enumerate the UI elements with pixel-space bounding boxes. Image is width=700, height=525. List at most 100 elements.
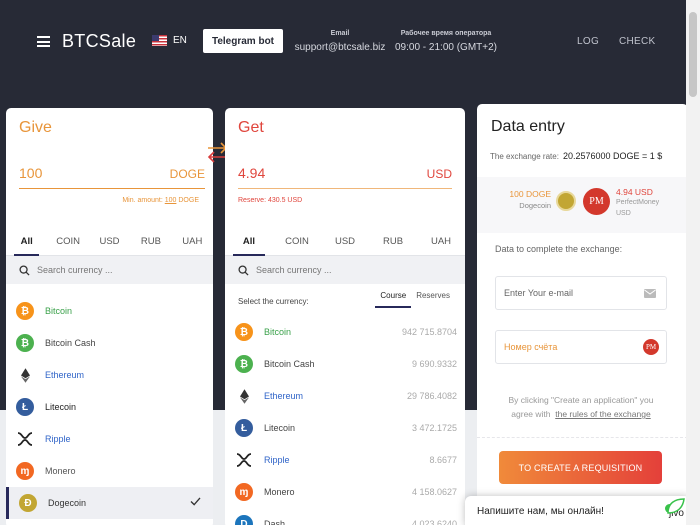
give-amount[interactable]: 100 — [19, 165, 42, 181]
get-currency-row[interactable]: D Dash 4 023.6240 — [225, 508, 465, 525]
agree-text-1: By clicking "Create an application" you — [508, 395, 654, 405]
get-tab-uah[interactable]: UAH — [417, 230, 465, 255]
currency-name: Dogecoin — [48, 498, 87, 508]
get-tab-coin[interactable]: COIN — [273, 230, 321, 255]
exchange-rules-link[interactable]: the rules of the exchange — [555, 409, 650, 419]
subtab-course[interactable]: Course — [375, 291, 412, 308]
give-currency-row[interactable]: ₿ Bitcoin Cash — [6, 327, 213, 359]
currency-name: Monero — [264, 487, 295, 497]
get-reserve: Reserve: 430.5 USD — [238, 197, 303, 204]
telegram-bot-button[interactable]: Telegram bot — [203, 29, 283, 53]
us-flag-icon — [152, 35, 167, 46]
email-input[interactable]: Enter Your e-mail — [495, 276, 667, 310]
nav-check[interactable]: CHECK — [619, 36, 656, 47]
currency-name: Ethereum — [264, 391, 304, 401]
get-search[interactable]: Search currency ... — [225, 256, 465, 284]
nav-log[interactable]: LOG — [577, 36, 599, 47]
currency-reserve: 942 715.8704 — [401, 327, 457, 337]
give-currency: DOGE — [169, 167, 205, 181]
summary-get-name-2: USD — [616, 210, 631, 217]
give-currency-row[interactable]: Ethereum — [6, 359, 213, 391]
get-currency-row[interactable]: Ethereum 29 786.4082 — [225, 380, 465, 412]
get-currency: USD — [426, 167, 452, 181]
currency-name: Litecoin — [45, 402, 77, 412]
get-currency-row[interactable]: Ripple 8.6677 — [225, 444, 465, 476]
agree-text-2: agree with — [511, 409, 551, 419]
account-placeholder: Номер счёта — [504, 342, 558, 352]
logo[interactable]: BTCSale — [62, 31, 136, 52]
get-amount[interactable]: 4.94 — [238, 165, 265, 181]
currency-reserve: 4 158.0627 — [411, 487, 457, 497]
currency-name: Litecoin — [264, 423, 296, 433]
currency-name: Monero — [45, 466, 76, 476]
select-currency-label: Select the currency: — [238, 297, 309, 306]
give-currency-row[interactable]: Ð Dogecoin — [6, 487, 213, 519]
currency-name: Bitcoin Cash — [45, 338, 96, 348]
give-currency-row[interactable]: ₿ Bitcoin — [6, 295, 213, 327]
currency-name: Bitcoin Cash — [264, 359, 315, 369]
get-title: Get — [238, 119, 264, 136]
dogecoin-icon — [556, 191, 576, 211]
get-currency-row[interactable]: ₿ Bitcoin Cash 9 690.9332 — [225, 348, 465, 380]
bitcoin-icon: ₿ — [235, 323, 253, 341]
exchange-rate: The exchange rate: 20.2576000 DOGE = 1 $ — [490, 151, 662, 161]
give-currency-row[interactable]: ɱ Monero — [6, 455, 213, 487]
give-amount-field[interactable]: 100 DOGE — [19, 163, 205, 189]
give-tab-uah[interactable]: UAH — [172, 230, 213, 255]
complete-exchange-label: Data to complete the exchange: — [495, 244, 623, 254]
min-amount-currency: DOGE — [178, 197, 199, 204]
data-entry-card: Data entry The exchange rate: 20.2576000 … — [477, 104, 688, 525]
give-tab-rub[interactable]: RUB — [130, 230, 171, 255]
get-currency-row[interactable]: Ł Litecoin 3 472.1725 — [225, 412, 465, 444]
currency-name: Bitcoin — [264, 327, 292, 337]
give-search[interactable]: Search currency ... — [6, 256, 213, 284]
chat-widget[interactable]: Напишите нам, мы онлайн! jivo — [465, 496, 690, 525]
create-requisition-button[interactable]: TO CREATE A REQUISITION — [499, 451, 662, 484]
currency-reserve: 4 023.6240 — [411, 519, 457, 525]
rate-label: The exchange rate: — [490, 152, 559, 161]
give-tab-all[interactable]: All — [6, 230, 47, 256]
get-tab-rub[interactable]: RUB — [369, 230, 417, 255]
currency-reserve: 8.6677 — [429, 455, 457, 465]
get-amount-field[interactable]: 4.94 USD — [238, 163, 452, 189]
divider — [477, 437, 688, 438]
language-selector[interactable]: EN — [152, 35, 187, 46]
currency-name: Ethereum — [45, 370, 85, 380]
perfectmoney-icon: PM — [643, 339, 659, 355]
hours-label: Рабочее время оператора — [400, 30, 492, 37]
email-value[interactable]: support@btcsale.biz — [292, 42, 388, 53]
give-currency-row[interactable]: Ripple — [6, 423, 213, 455]
monero-icon: ɱ — [235, 483, 253, 501]
litecoin-icon: Ł — [235, 419, 253, 437]
get-tab-usd[interactable]: USD — [321, 230, 369, 255]
ripple-icon — [235, 451, 253, 469]
give-search-placeholder: Search currency ... — [37, 265, 113, 275]
bitcoin-icon: ₿ — [16, 302, 34, 320]
currency-reserve: 9 690.9332 — [411, 359, 457, 369]
account-number-input[interactable]: Номер счёта PM — [495, 330, 667, 364]
litecoin-icon: Ł — [16, 398, 34, 416]
menu-icon[interactable] — [37, 36, 50, 47]
search-icon — [19, 264, 30, 276]
get-subtabs: Course Reserves — [375, 291, 455, 308]
give-tab-usd[interactable]: USD — [89, 230, 130, 255]
chat-text: Напишите нам, мы онлайн! — [477, 505, 604, 517]
hours-info: Рабочее время оператора 09:00 - 21:00 (G… — [394, 30, 498, 53]
get-currency-row[interactable]: ɱ Monero 4 158.0627 — [225, 476, 465, 508]
page-scrollbar[interactable] — [686, 0, 700, 525]
mail-icon — [644, 289, 656, 298]
get-tab-all[interactable]: All — [225, 230, 273, 256]
rate-value: 20.2576000 DOGE = 1 $ — [562, 151, 663, 161]
min-amount-value[interactable]: 100 — [165, 197, 177, 204]
give-min-amount: Min. amount: 100 DOGE — [100, 197, 199, 204]
summary-give-amount: 100 DOGE — [509, 189, 551, 199]
give-currency-row[interactable]: Ł Litecoin — [6, 391, 213, 423]
subtab-reserves[interactable]: Reserves — [411, 291, 455, 308]
give-tab-coin[interactable]: COIN — [47, 230, 88, 255]
get-currency-row[interactable]: ₿ Bitcoin 942 715.8704 — [225, 316, 465, 348]
bitcoin-cash-icon: ₿ — [235, 355, 253, 373]
summary-get-amount: 4.94 USD — [616, 187, 653, 197]
currency-name: Ripple — [45, 434, 71, 444]
hours-value: 09:00 - 21:00 (GMT+2) — [395, 42, 497, 53]
give-tabs: All COIN USD RUB UAH — [6, 230, 213, 256]
